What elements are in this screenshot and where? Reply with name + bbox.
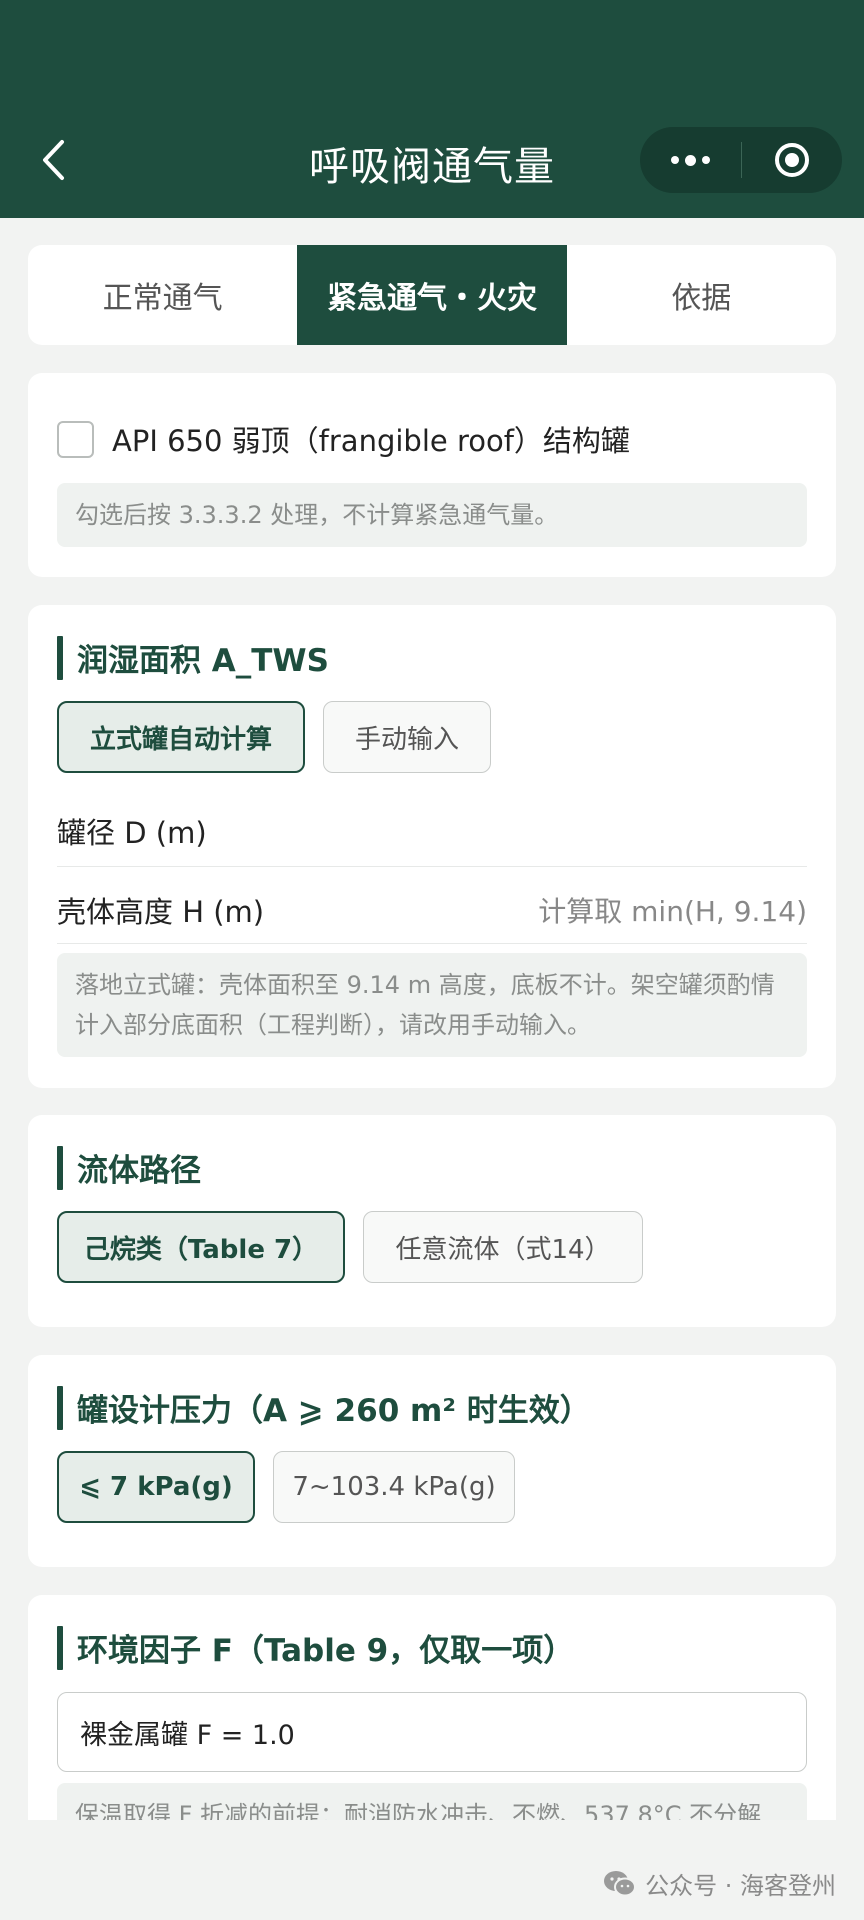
fluid-path-title: 流体路径 (57, 1145, 201, 1190)
section-accent-bar (57, 1145, 63, 1190)
tank-diameter-label: 罐径 D (m) (57, 816, 207, 850)
section-accent-bar (57, 635, 63, 680)
design-pressure-title-text: 罐设计压力（A ⩾ 260 m² 时生效） (77, 1393, 591, 1429)
env-factor-title-text: 环境因子 F（Table 9，仅取一项） (77, 1633, 575, 1669)
more-dots-icon (670, 154, 710, 166)
env-factor-title: 环境因子 F（Table 9，仅取一项） (57, 1625, 574, 1670)
shell-height-hint: 计算取 min(H, 9.14) (538, 895, 807, 928)
tab-bar: 正常通气 紧急通气・火灾 依据 (28, 245, 836, 345)
design-pressure-title: 罐设计压力（A ⩾ 260 m² 时生效） (57, 1385, 591, 1430)
close-miniprogram-button[interactable] (742, 127, 843, 193)
wetted-area-card: 润湿面积 A_TWS 立式罐自动计算 手动输入 罐径 D (m) 壳体高度 H … (28, 605, 836, 1088)
frangible-roof-label: API 650 弱顶（frangible roof）结构罐 (112, 424, 630, 458)
watermark-text: 公众号 · 海客登州 (645, 1872, 836, 1900)
tank-diameter-row[interactable]: 罐径 D (m) (57, 805, 807, 857)
tab-normal-vent[interactable]: 正常通气 (28, 245, 297, 345)
frangible-roof-note: 勾选后按 3.3.3.2 处理，不计算紧急通气量。 (57, 483, 807, 547)
auto-calc-option[interactable]: 立式罐自动计算 (57, 701, 305, 773)
shell-height-label: 壳体高度 H (m) (57, 895, 265, 929)
more-button[interactable] (640, 127, 741, 193)
frangible-roof-card: API 650 弱顶（frangible roof）结构罐 勾选后按 3.3.3… (28, 373, 836, 577)
pressure-high-option[interactable]: 7~103.4 kPa(g) (273, 1451, 515, 1523)
divider (57, 866, 807, 867)
wetted-area-title-text: 润湿面积 A_TWS (77, 643, 329, 679)
watermark: 公众号 · 海客登州 (603, 1866, 836, 1901)
divider (57, 943, 807, 944)
tab-basis[interactable]: 依据 (567, 245, 836, 345)
shell-height-row[interactable]: 壳体高度 H (m) 计算取 min(H, 9.14) (57, 884, 807, 936)
wechat-icon (604, 1870, 637, 1896)
fluid-path-title-text: 流体路径 (77, 1153, 201, 1189)
frangible-roof-checkbox[interactable] (57, 420, 94, 458)
miniprogram-capsule (640, 127, 842, 193)
pressure-low-option[interactable]: ⩽ 7 kPa(g) (57, 1451, 255, 1523)
hexane-table7-option[interactable]: 己烷类（Table 7） (57, 1211, 345, 1283)
frangible-roof-option[interactable]: API 650 弱顶（frangible roof）结构罐 (57, 418, 630, 460)
fluid-path-card: 流体路径 己烷类（Table 7） 任意流体（式14） (28, 1115, 836, 1327)
design-pressure-card: 罐设计压力（A ⩾ 260 m² 时生效） ⩽ 7 kPa(g) 7~103.4… (28, 1355, 836, 1567)
env-factor-select[interactable]: 裸金属罐 F = 1.0 (57, 1692, 807, 1772)
section-accent-bar (57, 1385, 63, 1430)
wetted-area-title: 润湿面积 A_TWS (57, 635, 329, 680)
any-fluid-eq14-option[interactable]: 任意流体（式14） (363, 1211, 643, 1283)
nav-bar: 呼吸阀通气量 (0, 0, 864, 218)
manual-input-option[interactable]: 手动输入 (323, 701, 491, 773)
wetted-area-note: 落地立式罐：壳体面积至 9.14 m 高度，底板不计。架空罐须酌情计入部分底面积… (57, 953, 807, 1057)
section-accent-bar (57, 1625, 63, 1670)
target-close-icon (774, 143, 809, 177)
tab-emergency-vent-fire[interactable]: 紧急通气・火灾 (297, 245, 567, 345)
